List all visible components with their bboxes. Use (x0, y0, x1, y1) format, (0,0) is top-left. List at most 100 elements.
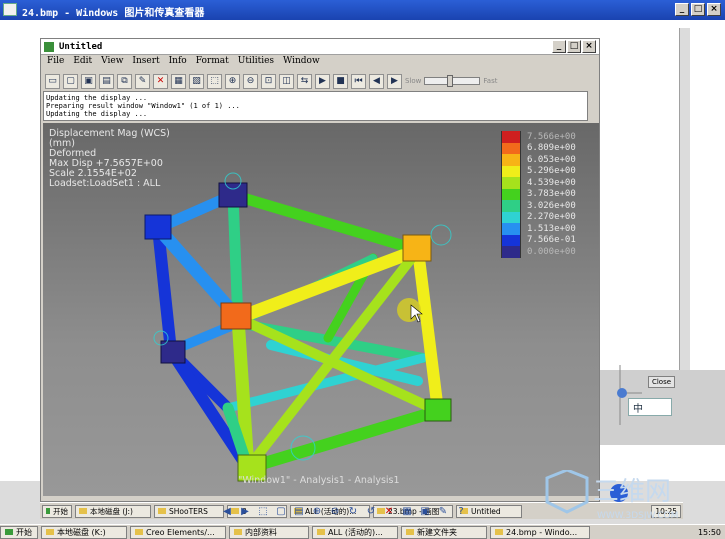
step-back-icon[interactable]: ◀ (369, 73, 384, 89)
image-canvas: Close 中 Untitled _ □ × File Edit View In… (0, 20, 725, 519)
rotate-cw-icon[interactable]: ↻ (346, 505, 360, 519)
taskbar-label: ALL (活动的)... (328, 527, 383, 537)
taskbar-item[interactable]: Creo Elements/... (130, 525, 226, 539)
viewer-title-bar: 24.bmp - Windows 图片和传真查看器 (0, 0, 725, 20)
creo-minimize-button[interactable]: _ (552, 40, 566, 53)
print-icon[interactable]: ▦ (400, 505, 414, 519)
slideshow-icon[interactable]: ▤ (292, 505, 306, 519)
orient-icon[interactable]: ⇆ (297, 73, 312, 89)
watermark-text: 三维网 (593, 477, 671, 507)
background-scrollbar[interactable] (679, 28, 690, 408)
taskbar-item[interactable]: 24.bmp - Windo... (490, 525, 590, 539)
app-icon (135, 529, 143, 535)
first-frame-icon[interactable]: ⏮ (351, 73, 366, 89)
message-area: Updating the display ... Preparing resul… (43, 91, 597, 121)
help-icon[interactable]: ? (454, 505, 468, 519)
rotate-ccw-icon[interactable]: ↺ (364, 505, 378, 519)
taskbar-item[interactable]: 新建文件夹 (401, 525, 487, 539)
animation-speed-slider[interactable] (424, 75, 481, 87)
joint-node (402, 234, 432, 262)
disk-icon (46, 529, 54, 535)
taskbar-item[interactable]: 本地磁盘 (K:) (41, 525, 127, 539)
ime-indicator[interactable]: 中 (628, 398, 672, 416)
view-icon[interactable]: ◫ (279, 73, 294, 89)
edit-icon[interactable]: ✎ (135, 73, 150, 89)
inner-taskbar-item[interactable]: 开始 (42, 504, 72, 518)
watermark-logo-icon (545, 470, 589, 514)
creo-title-bar: Untitled (41, 39, 599, 55)
zoom-out-icon[interactable]: ⊖ (328, 505, 342, 519)
minimize-button[interactable]: _ (675, 3, 689, 16)
joint-node (144, 214, 172, 240)
inner-taskbar-item[interactable]: 本地磁盘 (J:) (75, 504, 151, 518)
menu-bar: File Edit View Insert Info Format Utilit… (41, 56, 599, 70)
creo-close-button[interactable]: × (582, 40, 596, 53)
viewer-icon (495, 529, 503, 535)
play-icon[interactable]: ▶ (315, 73, 330, 89)
joint-node (220, 302, 252, 330)
zoom-window-icon[interactable]: ⊡ (261, 73, 276, 89)
truss-member (229, 191, 422, 254)
viewer-title: 24.bmp - Windows 图片和传真查看器 (22, 8, 205, 19)
step-forward-icon[interactable]: ▶ (387, 73, 402, 89)
taskbar-clock: 15:50 (697, 527, 721, 537)
print-icon[interactable]: ▤ (99, 73, 114, 89)
menu-insert[interactable]: Insert (132, 56, 159, 70)
taskbar-item[interactable]: 内部资料 (229, 525, 309, 539)
format-icon[interactable]: ▦ (171, 73, 186, 89)
creo-maximize-button[interactable]: □ (567, 40, 581, 53)
query-icon[interactable]: ▧ (189, 73, 204, 89)
next-icon[interactable]: ▶ (238, 505, 252, 519)
creo-title: Untitled (59, 42, 103, 52)
open-icon[interactable]: ▭ (45, 73, 60, 89)
menu-format[interactable]: Format (196, 56, 229, 70)
disk-icon (79, 508, 87, 514)
menu-file[interactable]: File (47, 56, 64, 70)
taskbar-item[interactable]: 开始 (0, 525, 38, 539)
taskbar-label: 内部资料 (245, 527, 277, 537)
constraint-symbol (430, 224, 452, 246)
fit-icon[interactable]: ⬚ (256, 505, 270, 519)
zoom-out-icon[interactable]: ⊖ (243, 73, 258, 89)
menu-info[interactable]: Info (169, 56, 187, 70)
window-label: "Window1" - Analysis1 - Analysis1 (238, 475, 400, 486)
close-button[interactable]: × (707, 3, 721, 16)
delete-icon[interactable]: ✕ (153, 73, 168, 89)
new-icon[interactable]: ▢ (63, 73, 78, 89)
maximize-button[interactable]: □ (691, 3, 705, 16)
app-icon (317, 529, 325, 535)
save-icon[interactable]: ▣ (418, 505, 432, 519)
menu-window[interactable]: Window (283, 56, 320, 70)
taskbar-label: 本地磁盘 (K:) (57, 527, 106, 537)
delete-icon[interactable]: ✕ (382, 505, 396, 519)
prev-icon[interactable]: ◀ (220, 505, 234, 519)
slow-label: Slow (405, 77, 422, 85)
menu-utilities[interactable]: Utilities (238, 56, 274, 70)
refit-icon[interactable]: ⬚ (207, 73, 222, 89)
creo-window: Untitled _ □ × File Edit View Insert Inf… (40, 38, 600, 502)
inner-taskbar-item[interactable]: SHooTERS (154, 504, 224, 518)
start-icon (46, 508, 50, 514)
truss-member (412, 244, 444, 417)
ime-label: 中 (633, 404, 643, 415)
toolbar: ▭ ▢ ▣ ▤ ⧉ ✎ ✕ ▦ ▧ ⬚ ⊕ ⊖ ⊡ ◫ ⇆ ▶ ■ ⏮ ◀ ▶ … (45, 72, 597, 90)
actual-size-icon[interactable]: ▢ (274, 505, 288, 519)
zoom-in-icon[interactable]: ⊕ (310, 505, 324, 519)
taskbar-label: Creo Elements/... (146, 527, 215, 537)
creo-app-icon (44, 42, 54, 52)
graphics-viewport[interactable]: Displacement Mag (WCS) (mm) Deformed Max… (43, 123, 599, 496)
folder-icon (406, 529, 414, 535)
viewer-window-controls: _ □ × (675, 3, 721, 16)
viewer-toolbar: ◀ ▶ ⬚ ▢ ▤ ⊕ ⊖ ↻ ↺ ✕ ▦ ▣ ✎? (220, 503, 500, 521)
stop-icon[interactable]: ■ (333, 73, 348, 89)
message-scrollbar[interactable] (587, 91, 597, 121)
zoom-in-icon[interactable]: ⊕ (225, 73, 240, 89)
taskbar-label: 24.bmp - Windo... (506, 527, 578, 537)
menu-view[interactable]: View (101, 56, 123, 70)
save-icon[interactable]: ▣ (81, 73, 96, 89)
start-icon (5, 529, 13, 535)
edit-icon[interactable]: ✎ (436, 505, 450, 519)
copy-icon[interactable]: ⧉ (117, 73, 132, 89)
menu-edit[interactable]: Edit (73, 56, 92, 70)
taskbar-item[interactable]: ALL (活动的)... (312, 525, 398, 539)
